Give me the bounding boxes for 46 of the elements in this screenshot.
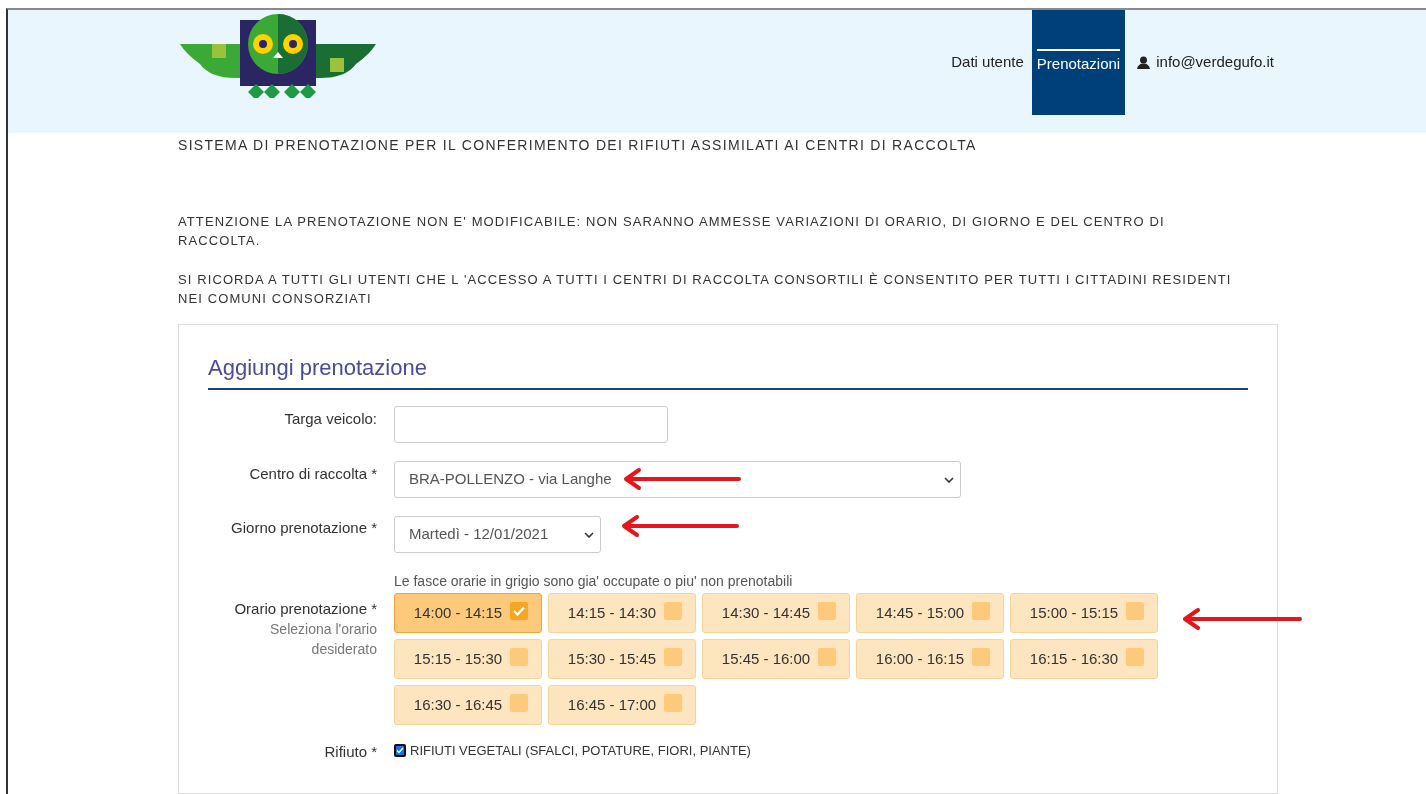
empty-square-icon: [664, 694, 683, 712]
field-label: Orario prenotazione *: [234, 599, 377, 619]
center-select[interactable]: BRA-POLLENZO - via Langhe: [394, 461, 961, 498]
field-label: Targa veicolo:: [283, 409, 378, 429]
time-slot[interactable]: 14:00 - 14:15: [394, 593, 542, 633]
chevron-down-icon: [584, 531, 594, 538]
field-label: Giorno prenotazione *: [230, 518, 378, 538]
empty-square-icon: [510, 694, 529, 712]
option-label: RIFIUTI VEGETALI (SFALCI, POTATURE, FIORI, PIANTE): [410, 742, 751, 760]
time-slot[interactable]: 15:45 - 16:00: [702, 639, 850, 679]
empty-square-icon: [510, 648, 529, 666]
time-slot[interactable]: 14:15 - 14:30: [548, 593, 696, 633]
hint-text: Le fasce orarie in grigio sono gia' occupate o piu' non prenotabili: [394, 572, 794, 591]
empty-square-icon: [1126, 602, 1145, 620]
empty-square-icon: [664, 648, 683, 666]
time-slot[interactable]: 14:30 - 14:45: [702, 593, 850, 633]
empty-square-icon: [664, 602, 683, 620]
empty-square-icon: [972, 602, 991, 620]
empty-square-icon: [972, 648, 991, 666]
form-title: Aggiungi prenotazione: [208, 351, 1248, 390]
help-text: Seleziona l'orario desiderato: [269, 620, 377, 659]
day-select[interactable]: Martedì - 12/01/2021: [394, 516, 601, 553]
time-slot[interactable]: 15:30 - 15:45: [548, 639, 696, 679]
time-slot[interactable]: 15:00 - 15:15: [1010, 593, 1158, 633]
nav-tab[interactable]: Dati utente: [946, 10, 1029, 115]
time-slot[interactable]: 16:45 - 17:00: [548, 685, 696, 725]
user-icon: [1137, 56, 1151, 69]
field-label: Rifiuto *: [323, 742, 378, 762]
checkbox[interactable]: [394, 744, 406, 758]
empty-square-icon: [818, 648, 837, 666]
time-slot[interactable]: 16:30 - 16:45: [394, 685, 542, 725]
time-slot[interactable]: 15:15 - 15:30: [394, 639, 542, 679]
chevron-down-icon: [944, 476, 954, 483]
checkmark-icon: [510, 602, 529, 620]
notice-text: ATTENZIONE LA PRENOTAZIONE NON E' MODIFICABILE: NON SARANNO AMMESSE VARIAZIONI DI ORARIO, DI GIORNO E DEL CENTRO DI RACCOLTA.: [178, 213, 1166, 250]
user-link[interactable]: info@verdegufo.it: [1137, 10, 1274, 115]
time-slot[interactable]: 14:45 - 15:00: [856, 593, 1004, 633]
notice-text: SI RICORDA A TUTTI GLI UTENTI CHE L 'ACCESSO A TUTTI I CENTRI DI RACCOLTA CONSORTILI È CONSENTITO PER TUTTI I CITTADINI RESIDENTI NEI COMUNI CONSORZIATI: [178, 271, 1233, 308]
time-slot[interactable]: 16:15 - 16:30: [1010, 639, 1158, 679]
plate-input[interactable]: [394, 406, 668, 443]
time-slot[interactable]: 16:00 - 16:15: [856, 639, 1004, 679]
page-title: SISTEMA DI PRENOTAZIONE PER IL CONFERIMENTO DEI RIFIUTI ASSIMILATI AI CENTRI DI RACCOLTA: [178, 136, 978, 155]
field-label: Centro di raccolta *: [248, 464, 378, 484]
empty-square-icon: [818, 602, 837, 620]
empty-square-icon: [1126, 648, 1145, 666]
nav-tab[interactable]: Prenotazioni: [1031, 10, 1126, 115]
